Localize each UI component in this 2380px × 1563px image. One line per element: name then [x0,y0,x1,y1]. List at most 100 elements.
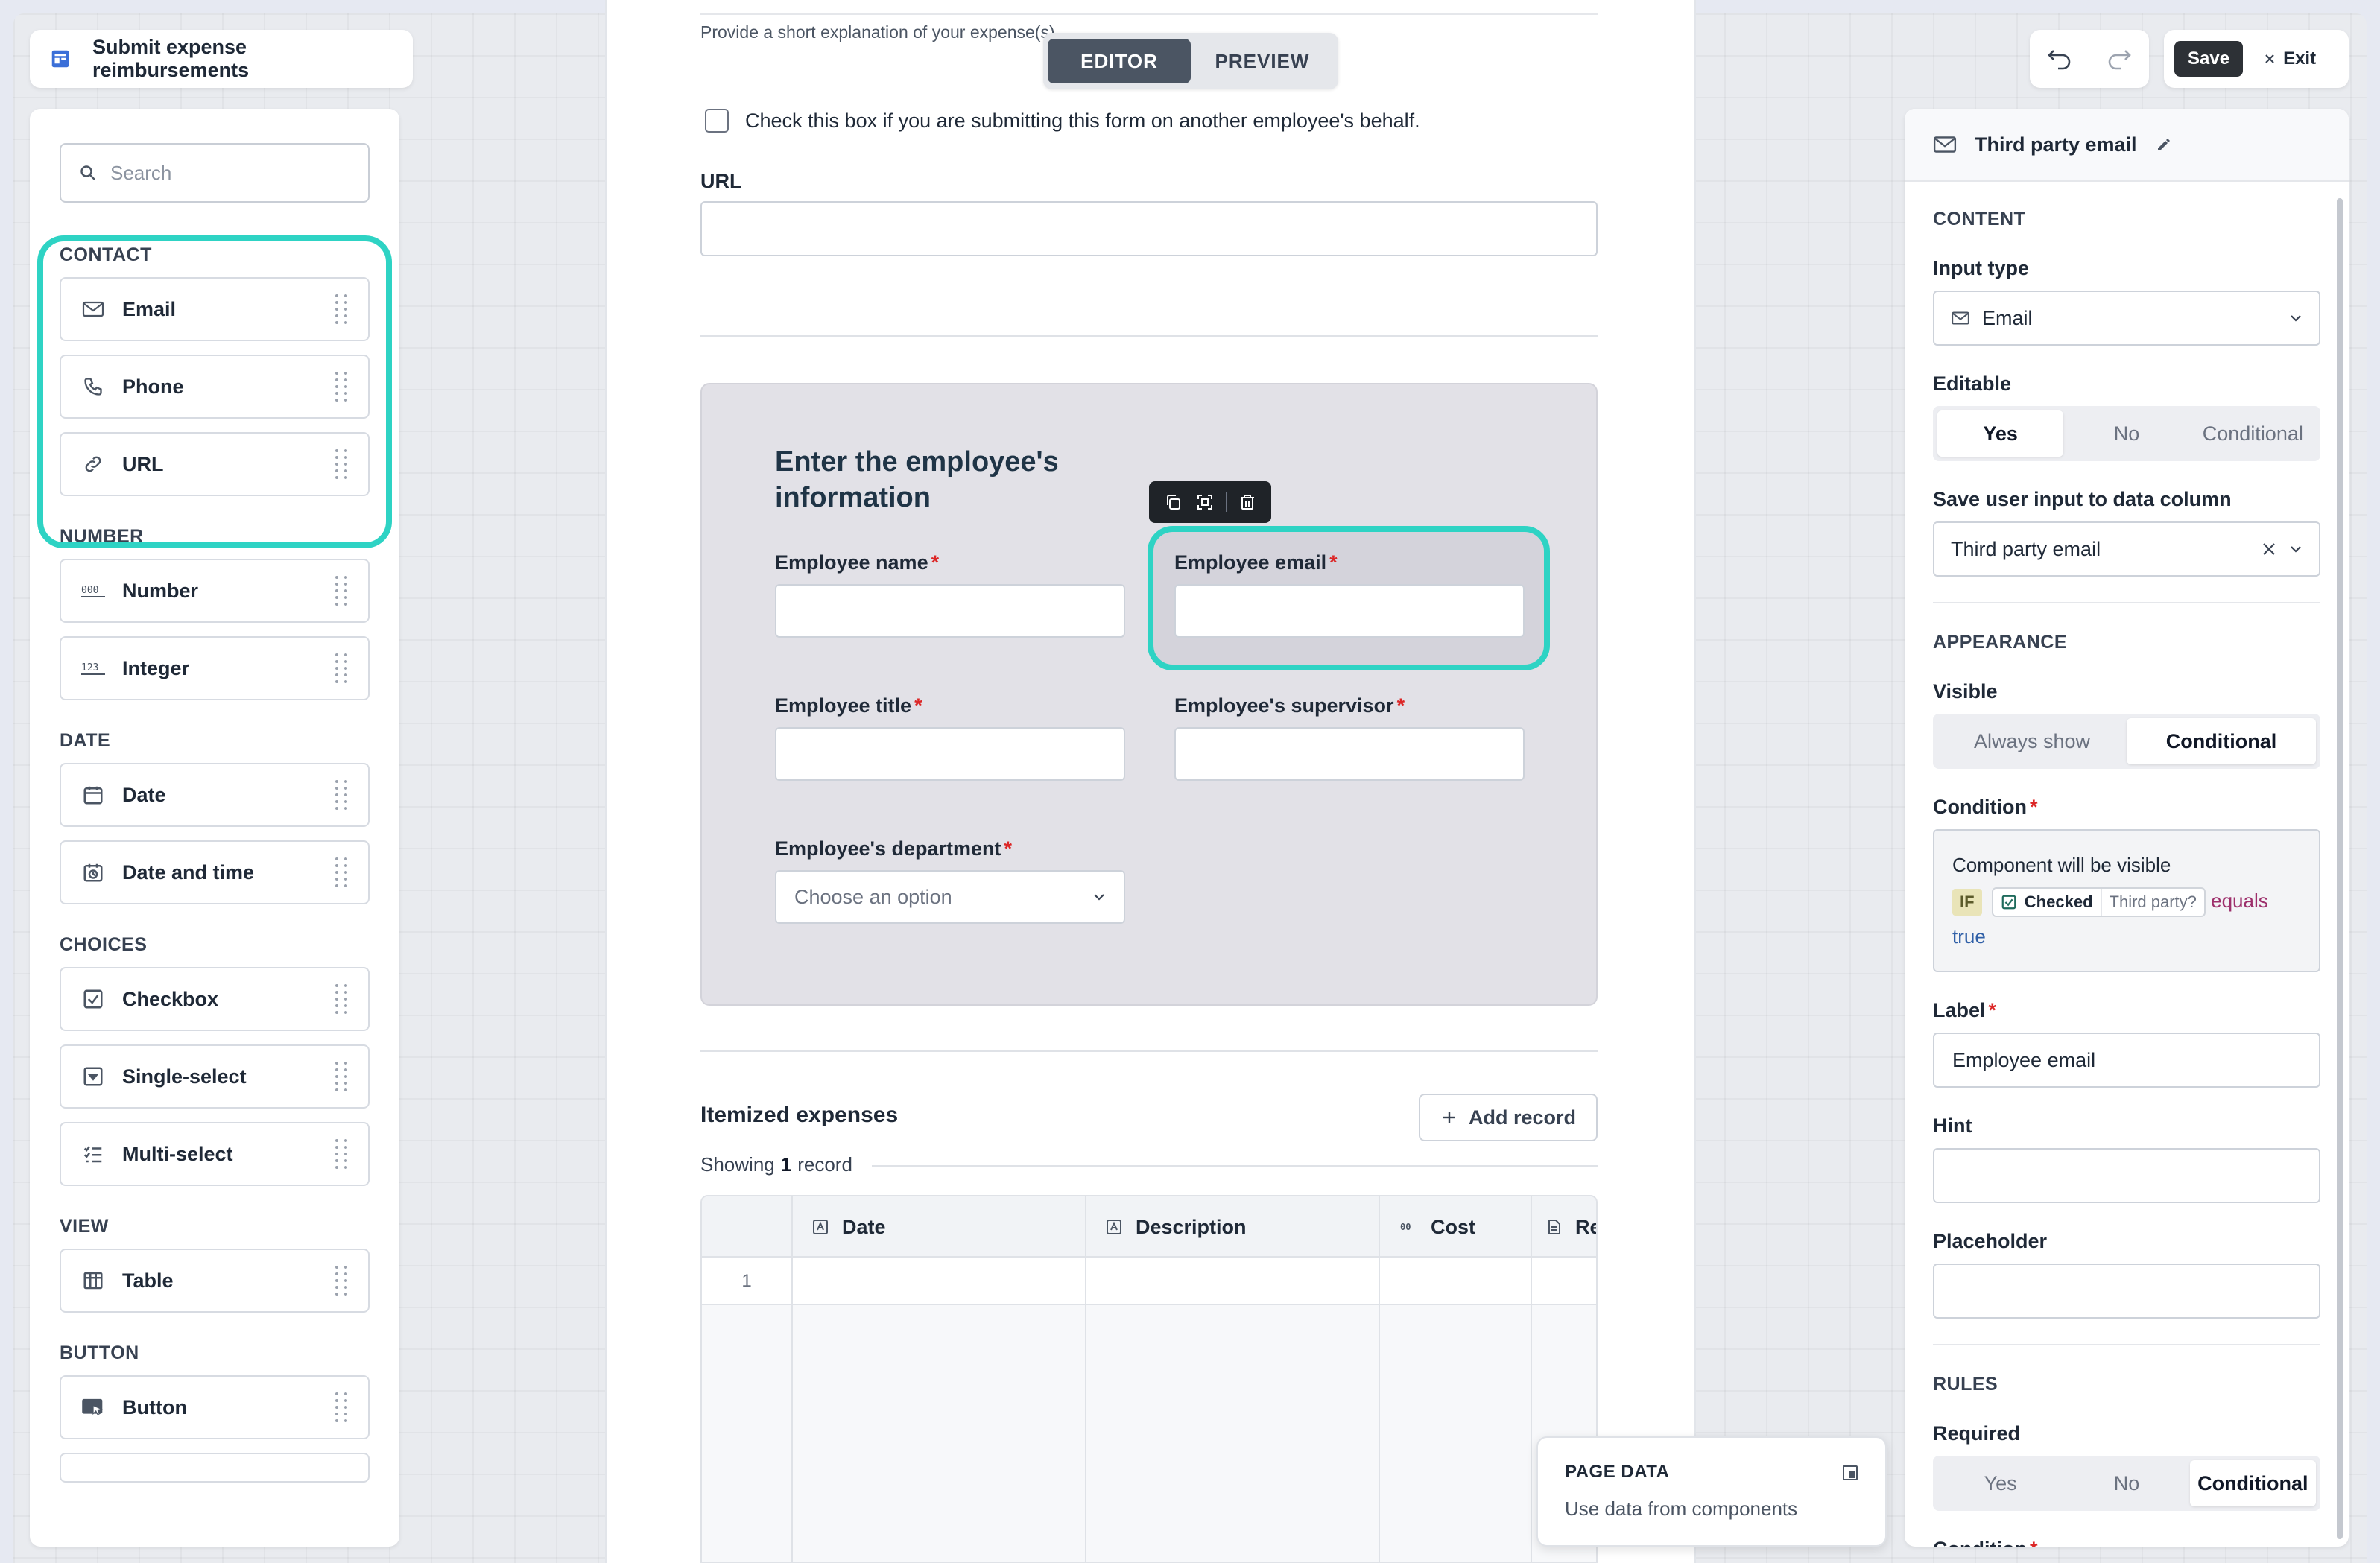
drag-handle-icon[interactable] [335,780,349,810]
component-integer[interactable]: 123 Integer [60,636,370,700]
input-type-label: Input type [1933,257,2029,279]
url-input[interactable] [700,201,1598,256]
clear-icon[interactable] [2261,541,2277,557]
app-icon [49,48,72,70]
employee-supervisor-input[interactable] [1174,727,1525,781]
tab-editor[interactable]: EDITOR [1048,39,1191,83]
tab-preview[interactable]: PREVIEW [1191,39,1334,83]
column-header-date[interactable]: Date [793,1196,1086,1258]
component-multi-select[interactable]: Multi-select [60,1122,370,1186]
add-record-button[interactable]: Add record [1419,1094,1598,1141]
required-condition-label: Condition* [1933,1538,2320,1547]
required-option-no[interactable]: No [2063,1460,2189,1506]
drag-handle-icon[interactable] [335,1266,349,1296]
section-button: BUTTON [60,1342,139,1363]
required-option-conditional[interactable]: Conditional [2189,1460,2316,1506]
drag-handle-icon[interactable] [335,576,349,606]
component-partial[interactable] [60,1453,370,1483]
component-date[interactable]: Date [60,763,370,827]
employee-email-input[interactable] [1174,584,1525,638]
hint-input[interactable] [1933,1148,2320,1203]
component-email[interactable]: Email [60,277,370,341]
employee-name-input[interactable] [775,584,1125,638]
component-checkbox-label: Checkbox [122,987,219,1010]
app-title: Submit expense reimbursements [92,36,250,81]
toolbar-separator [1225,492,1227,512]
save-button[interactable]: Save [2174,41,2244,77]
component-checkbox[interactable]: Checkbox [60,967,370,1031]
drag-handle-icon[interactable] [335,1139,349,1169]
component-date-and-time[interactable]: Date and time [60,840,370,904]
condition-text: Component will be visible [1952,854,2171,876]
pencil-icon[interactable] [2155,136,2173,153]
column-header-receipt[interactable]: Re [1532,1196,1596,1258]
editable-option-no[interactable]: No [2063,410,2189,457]
duplicate-icon[interactable] [1161,490,1185,514]
drag-handle-icon[interactable] [335,1392,349,1422]
page-data-panel[interactable]: PAGE DATA Use data from components [1536,1436,1887,1547]
third-party-checkbox-row[interactable]: Check this box if you are submitting thi… [705,109,1420,133]
condition-field: Third party? [2100,889,2197,916]
component-url-label: URL [122,452,164,475]
employee-supervisor-label: Employee's supervisor * [1174,694,1405,717]
editor-preview-toggle: EDITOR PREVIEW [1043,33,1338,89]
drag-handle-icon[interactable] [335,449,349,479]
exit-button[interactable]: Exit [2264,48,2316,69]
label-input[interactable]: Employee email [1933,1033,2320,1088]
employee-title-label: Employee title * [775,694,922,717]
condition-if-tag: IF [1952,889,1982,916]
visible-option-always-show[interactable]: Always show [1937,718,2127,764]
visible-label: Visible [1933,680,1998,703]
text-field-icon [812,1219,829,1235]
expand-icon[interactable] [1842,1465,1858,1481]
component-table[interactable]: Table [60,1249,370,1313]
third-party-checkbox[interactable] [705,109,729,133]
employee-department-select[interactable]: Choose an option [775,870,1125,924]
visibility-condition-editor[interactable]: Component will be visible IF Checked Thi… [1933,829,2320,972]
drag-handle-icon[interactable] [335,857,349,887]
properties-scrollbar[interactable] [2337,198,2343,1539]
visible-option-conditional[interactable]: Conditional [2127,718,2316,764]
number-icon: 000 [80,578,106,603]
component-single-select[interactable]: Single-select [60,1044,370,1109]
chevron-down-icon [1092,893,1106,901]
condition-label: Condition * [1933,796,2038,818]
search-input[interactable]: Search [60,143,370,203]
editable-option-conditional[interactable]: Conditional [2190,410,2316,457]
condition-field-chip[interactable]: Checked Third party? [1991,887,2206,918]
condition-value: true [1952,925,1986,948]
third-party-checkbox-label: Check this box if you are submitting thi… [745,109,1420,132]
drag-handle-icon[interactable] [335,1062,349,1091]
component-number-label: Number [122,579,199,602]
component-url[interactable]: URL [60,432,370,496]
undo-icon[interactable] [2046,48,2073,70]
mail-icon [1951,311,1970,326]
component-number[interactable]: 000 Number [60,559,370,623]
section-view: VIEW [60,1215,109,1237]
component-button[interactable]: Button [60,1375,370,1439]
input-type-select[interactable]: Email [1933,291,2320,346]
component-phone[interactable]: Phone [60,355,370,419]
component-date-label: Date [122,783,166,806]
save-column-select[interactable]: Third party email [1933,521,2320,577]
required-option-yes[interactable]: Yes [1937,1460,2063,1506]
editable-option-yes[interactable]: Yes [1937,410,2064,457]
required-label: Required [1933,1422,2021,1445]
column-header-cost[interactable]: 00 Cost [1380,1196,1532,1258]
drag-handle-icon[interactable] [335,984,349,1014]
divider [1933,1344,2320,1345]
drag-handle-icon[interactable] [335,653,349,683]
svg-text:000: 000 [81,585,98,596]
drag-handle-icon[interactable] [335,372,349,402]
button-icon [80,1395,106,1420]
redo-icon[interactable] [2106,48,2133,70]
placeholder-input[interactable] [1933,1264,2320,1319]
close-icon [2264,53,2276,65]
employee-title-input[interactable] [775,727,1125,781]
url-field-label: URL [700,170,742,192]
focus-icon[interactable] [1193,490,1217,514]
drag-handle-icon[interactable] [335,294,349,324]
employee-email-label: Employee email * [1174,551,1338,574]
trash-icon[interactable] [1235,490,1259,514]
column-header-description[interactable]: Description [1086,1196,1380,1258]
